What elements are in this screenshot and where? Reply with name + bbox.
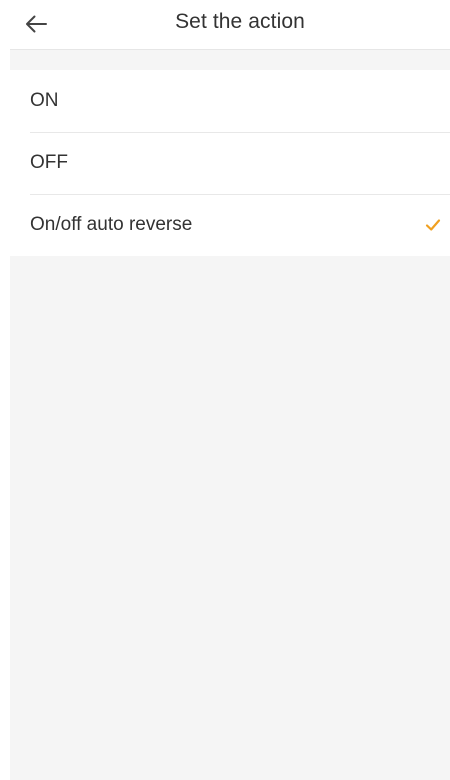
- option-label: OFF: [30, 152, 68, 173]
- option-on[interactable]: ON: [10, 70, 450, 132]
- header: Set the action: [0, 0, 450, 50]
- options-list: ON OFF On/off auto reverse: [10, 70, 450, 256]
- option-off[interactable]: OFF: [10, 132, 450, 194]
- check-icon: [425, 219, 441, 231]
- page-title: Set the action: [175, 10, 305, 33]
- option-auto-reverse[interactable]: On/off auto reverse: [10, 194, 450, 256]
- option-label: On/off auto reverse: [30, 214, 193, 235]
- screen: Set the action ON OFF On/off auto revers…: [0, 0, 450, 780]
- content-area: ON OFF On/off auto reverse: [10, 50, 450, 780]
- option-label: ON: [30, 90, 59, 111]
